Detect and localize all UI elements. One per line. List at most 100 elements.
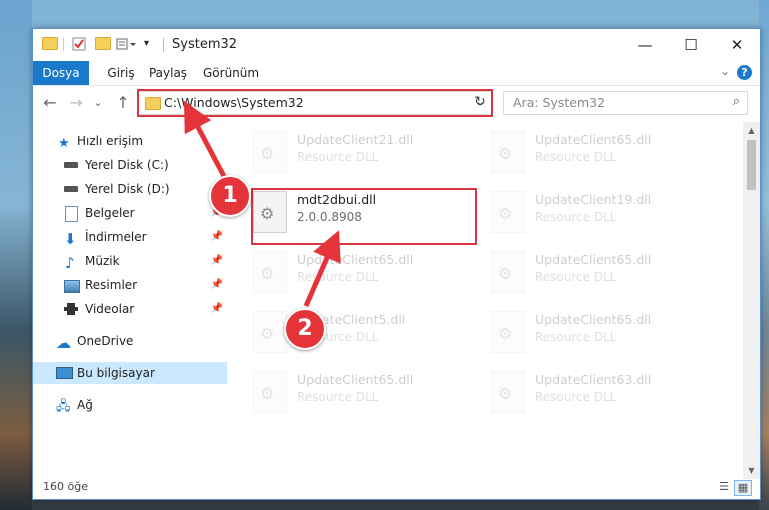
sidebar-item-videos[interactable]: Videolar 📌 <box>33 298 227 320</box>
file-description: Resource DLL <box>297 390 379 404</box>
sidebar-item-label: OneDrive <box>77 334 134 348</box>
file-name: UpdateClient65.dll <box>535 132 652 147</box>
list-item[interactable]: UpdateClient65.dll Resource DLL <box>487 248 707 296</box>
sidebar-item-label: Yerel Disk (C:) <box>85 158 169 172</box>
file-name: UpdateClient21.dll <box>297 132 414 147</box>
sidebar-item-quick-access[interactable]: ★ Hızlı erişim <box>33 130 227 152</box>
list-item[interactable]: UpdateClient65.dll Resource DLL <box>487 128 707 176</box>
window-title: System32 <box>172 37 238 52</box>
sidebar-item-documents[interactable]: Belgeler 📌 <box>33 202 227 224</box>
document-icon <box>65 206 78 222</box>
sidebar-item-music[interactable]: ♪ Müzik 📌 <box>33 250 227 272</box>
pin-icon[interactable]: 📌 <box>211 298 223 320</box>
file-description: Resource DLL <box>297 150 379 164</box>
tab-file[interactable]: Dosya <box>33 61 89 85</box>
search-icon[interactable]: ⌕ <box>733 94 740 109</box>
dll-file-icon <box>253 131 287 173</box>
tab-share[interactable]: Paylaş <box>148 61 188 85</box>
drive-icon <box>64 186 78 192</box>
sidebar-item-network[interactable]: 🖧 Ağ <box>33 394 227 416</box>
minimize-button[interactable]: — <box>622 29 668 61</box>
drive-icon <box>64 162 78 168</box>
file-description: Resource DLL <box>535 330 617 344</box>
dll-file-icon <box>491 251 525 293</box>
desktop-background-left <box>0 0 32 510</box>
address-highlight-box <box>137 89 493 117</box>
file-name: UpdateClient65.dll <box>297 252 414 267</box>
dll-file-icon <box>491 371 525 413</box>
sidebar-item-label: Müzik <box>85 254 120 268</box>
star-icon: ★ <box>58 136 70 151</box>
new-folder-icon[interactable] <box>95 37 111 51</box>
dll-file-icon <box>253 311 287 353</box>
quick-access-dropdown-icon[interactable]: ▾ <box>144 38 158 52</box>
music-icon: ♪ <box>65 254 75 272</box>
navigation-bar: ← → ⌄ ↑ C:\Windows\System32 ⌄ ↻ Ara: Sys… <box>33 86 760 120</box>
tab-home[interactable]: Giriş <box>101 61 141 85</box>
divider <box>63 38 64 51</box>
up-button[interactable]: ↑ <box>112 92 134 114</box>
title-separator <box>163 38 164 52</box>
properties-checkbox-icon[interactable] <box>72 37 86 51</box>
recent-locations-dropdown[interactable]: ⌄ <box>87 92 109 114</box>
list-item[interactable]: UpdateClient65.dll Resource DLL <box>249 248 469 296</box>
list-item[interactable]: UpdateClient5.dll Resource DLL <box>249 308 469 356</box>
dll-file-icon <box>253 371 287 413</box>
scrollbar-thumb[interactable] <box>747 140 756 190</box>
expand-ribbon-icon[interactable]: ⌄ <box>720 64 730 78</box>
file-name: UpdateClient65.dll <box>297 372 414 387</box>
video-icon <box>64 303 78 315</box>
sidebar-item-label: İndirmeler <box>85 230 147 244</box>
title-bar: ▾ System32 — ☐ ✕ <box>33 29 760 61</box>
file-highlight-box <box>251 188 477 245</box>
list-item[interactable]: UpdateClient65.dll Resource DLL <box>487 308 707 356</box>
status-bar: 160 öğe ☰ ▦ <box>33 475 760 499</box>
forward-button[interactable]: → <box>65 92 87 114</box>
file-description: Resource DLL <box>535 270 617 284</box>
file-name: UpdateClient65.dll <box>535 312 652 327</box>
tab-view[interactable]: Görünüm <box>203 61 259 85</box>
network-icon: 🖧 <box>56 399 71 414</box>
sidebar-item-pictures[interactable]: Resimler 📌 <box>33 274 227 296</box>
item-count: 160 öğe <box>43 480 88 493</box>
search-box[interactable]: Ara: System32 ⌕ <box>503 91 748 115</box>
explorer-window: ▾ System32 — ☐ ✕ Dosya Giriş Paylaş Görü… <box>32 28 761 500</box>
customize-quick-access-icon[interactable] <box>116 37 138 51</box>
file-description: Resource DLL <box>535 150 617 164</box>
sidebar-item-label: Bu bilgisayar <box>77 366 155 380</box>
list-item[interactable]: UpdateClient19.dll Resource DLL <box>487 188 707 236</box>
file-description: Resource DLL <box>535 390 617 404</box>
maximize-button[interactable]: ☐ <box>668 29 714 61</box>
file-name: UpdateClient19.dll <box>535 192 652 207</box>
pin-icon[interactable]: 📌 <box>211 226 223 248</box>
sidebar-item-downloads[interactable]: ⬇ İndirmeler 📌 <box>33 226 227 248</box>
sidebar-item-local-disk-c[interactable]: Yerel Disk (C:) <box>33 154 227 176</box>
tiles-view-icon[interactable]: ▦ <box>734 480 752 496</box>
sidebar-item-label: Belgeler <box>85 206 135 220</box>
sidebar-item-label: Videolar <box>85 302 135 316</box>
search-input[interactable]: Ara: System32 <box>513 95 605 110</box>
computer-icon <box>56 367 73 379</box>
sidebar-item-onedrive[interactable]: ☁ OneDrive <box>33 330 227 352</box>
file-name: UpdateClient65.dll <box>535 252 652 267</box>
list-item[interactable]: UpdateClient21.dll Resource DLL <box>249 128 469 176</box>
pin-icon[interactable]: 📌 <box>211 250 223 272</box>
back-button[interactable]: ← <box>39 92 61 114</box>
pin-icon[interactable]: 📌 <box>211 274 223 296</box>
file-description: Resource DLL <box>297 270 379 284</box>
sidebar-item-label: Resimler <box>85 278 138 292</box>
dll-file-icon <box>253 251 287 293</box>
scroll-up-icon[interactable]: ▲ <box>743 122 760 139</box>
sidebar-item-this-pc[interactable]: Bu bilgisayar <box>33 362 227 384</box>
file-list: UpdateClient21.dll Resource DLL mdt2dbui… <box>249 122 742 472</box>
close-button[interactable]: ✕ <box>714 29 760 61</box>
pictures-icon <box>64 280 80 293</box>
file-name: UpdateClient63.dll <box>535 372 652 387</box>
vertical-scrollbar[interactable]: ▲ ▼ <box>743 122 760 479</box>
help-icon[interactable]: ? <box>737 65 752 80</box>
dll-file-icon <box>491 191 525 233</box>
list-item[interactable]: UpdateClient65.dll Resource DLL <box>249 368 469 416</box>
details-view-icon[interactable]: ☰ <box>716 480 732 494</box>
sidebar-item-local-disk-d[interactable]: Yerel Disk (D:) <box>33 178 227 200</box>
list-item[interactable]: UpdateClient63.dll Resource DLL <box>487 368 707 416</box>
